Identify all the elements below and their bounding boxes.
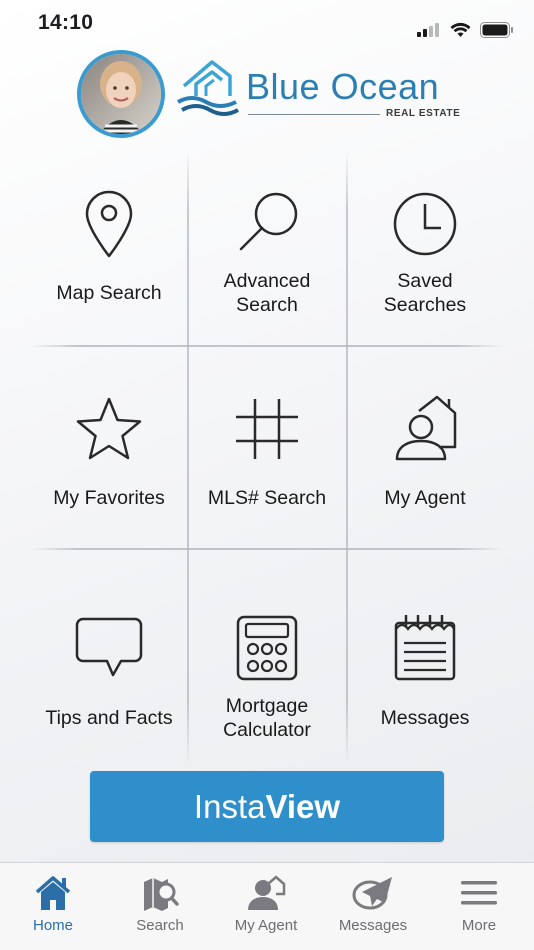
status-time: 14:10 — [38, 11, 94, 34]
status-icons — [417, 22, 514, 38]
tab-bar: Home Search My Agent Messages More — [0, 862, 534, 950]
instaview-label-part1: Insta — [193, 787, 266, 825]
menu-item-label: My Favorites — [53, 487, 165, 509]
house-wave-logo-icon — [177, 60, 239, 116]
brand-name: Blue Ocean — [246, 66, 439, 108]
signal-icon — [417, 23, 439, 37]
menu-item-label: Saved Searches — [383, 270, 467, 316]
menu-grid: Map Search Advanced Search Saved Searche… — [30, 150, 504, 765]
speech-bubble-icon — [69, 608, 149, 688]
calculator-icon — [227, 608, 307, 688]
menu-item-mls-search[interactable]: MLS# Search — [188, 355, 346, 560]
menu-item-label: Advanced Search — [223, 270, 311, 316]
tab-search[interactable]: Search — [107, 871, 213, 934]
hashtag-icon — [227, 389, 307, 469]
menu-item-label: Messages — [380, 707, 470, 729]
map-pin-icon — [69, 184, 149, 264]
instaview-label-part2: View — [265, 787, 341, 825]
paper-plane-icon — [320, 871, 426, 915]
tab-label: Search — [136, 917, 184, 934]
menu-item-label: Mortgage Calculator — [223, 695, 311, 741]
tab-home[interactable]: Home — [0, 871, 106, 934]
tab-my-agent[interactable]: My Agent — [213, 871, 319, 934]
search-map-icon — [107, 871, 213, 915]
tab-label: Home — [32, 917, 73, 934]
brand-name-part1: Blue — [246, 66, 331, 107]
notepad-icon — [385, 608, 465, 688]
menu-item-mortgage-calculator[interactable]: Mortgage Calculator — [188, 560, 346, 765]
brand-logo: Blue Ocean REAL ESTATE — [176, 56, 466, 122]
menu-item-label: Map Search — [56, 282, 162, 304]
status-bar: 14:10 — [0, 0, 534, 48]
menu-item-label: My Agent — [384, 487, 466, 509]
menu-item-label: Tips and Facts — [45, 707, 173, 729]
wifi-icon — [450, 22, 471, 37]
menu-item-tips-and-facts[interactable]: Tips and Facts — [30, 560, 188, 765]
agent-photo-icon — [81, 54, 161, 134]
battery-icon — [480, 22, 513, 38]
instaview-button[interactable]: Insta View — [90, 771, 444, 842]
clock-icon — [385, 184, 465, 264]
menu-item-saved-searches[interactable]: Saved Searches — [346, 150, 504, 355]
tab-label: Messages — [338, 917, 408, 934]
tab-label: More — [461, 917, 497, 934]
menu-item-my-favorites[interactable]: My Favorites — [30, 355, 188, 560]
hamburger-icon — [426, 871, 532, 915]
home-icon — [0, 871, 106, 915]
menu-item-my-agent[interactable]: My Agent — [346, 355, 504, 560]
menu-item-map-search[interactable]: Map Search — [30, 150, 188, 355]
brand-divider — [248, 114, 380, 115]
magnifier-icon — [227, 184, 307, 264]
brand-subtitle: REAL ESTATE — [386, 108, 461, 119]
agent-house-icon — [385, 389, 465, 469]
menu-item-advanced-search[interactable]: Advanced Search — [188, 150, 346, 355]
agent-icon — [213, 871, 319, 915]
app-header: Blue Ocean REAL ESTATE — [0, 50, 534, 140]
menu-item-label: MLS# Search — [207, 487, 327, 509]
agent-avatar[interactable] — [77, 50, 165, 138]
tab-more[interactable]: More — [426, 871, 532, 934]
star-icon — [69, 389, 149, 469]
menu-item-messages[interactable]: Messages — [346, 560, 504, 765]
tab-messages[interactable]: Messages — [320, 871, 426, 934]
tab-label: My Agent — [234, 917, 298, 934]
brand-name-part2: Ocean — [330, 66, 440, 107]
